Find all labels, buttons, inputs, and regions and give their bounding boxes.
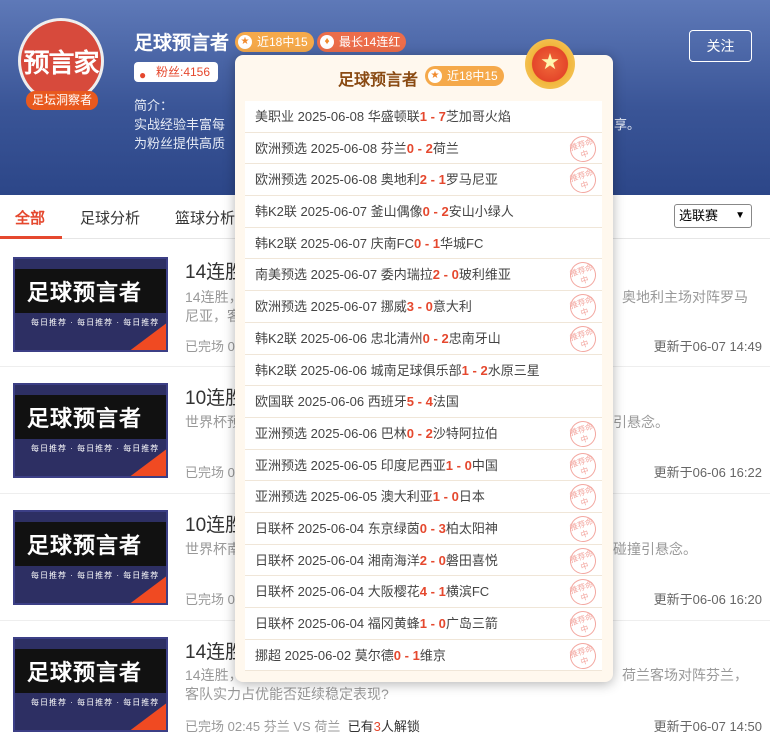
hit-stamp-icon: 推荐命中 bbox=[566, 259, 600, 292]
hit-stamp-icon: 推荐命中 bbox=[566, 639, 600, 673]
hit-stamp-icon: 推荐命中 bbox=[566, 544, 600, 578]
record-row: 亚洲预选 2025-06-05 澳大利亚1 - 0日本 推荐命中 bbox=[245, 480, 602, 514]
hit-stamp-icon: 推荐命中 bbox=[566, 132, 600, 166]
hit-stamp-icon: 推荐命中 bbox=[566, 607, 600, 641]
item-time: 更新于06-06 16:22 bbox=[653, 465, 762, 480]
hit-stamp-icon: 推荐命中 bbox=[566, 290, 600, 324]
streak-badge: ♦ 最长14连红 bbox=[317, 32, 407, 52]
record-row: 南美预选 2025-06-07 委内瑞拉2 - 0玻利维亚 推荐命中 bbox=[245, 259, 602, 292]
record-row: 亚洲预选 2025-06-05 印度尼西亚1 - 0中国 推荐命中 bbox=[245, 449, 602, 482]
item-time: 更新于06-07 14:49 bbox=[653, 339, 762, 354]
item-time: 更新于06-07 14:50 bbox=[653, 719, 762, 734]
medal-icon: ★ bbox=[525, 39, 575, 89]
fire-icon: ♦ bbox=[320, 35, 334, 49]
recent-record-badge: ★ 近18中15 bbox=[235, 32, 314, 52]
hit-stamp-icon: 推荐命中 bbox=[566, 163, 600, 197]
record-row: 日联杯 2025-06-04 大阪樱花4 - 1横滨FC 推荐命中 bbox=[245, 575, 602, 609]
record-popup: 足球预言者 ★ 近18中15 ★ 美职业 2025-06-08 华盛顿联1 - 7… bbox=[235, 39, 613, 682]
record-row: 韩K2联 2025-06-07 釜山偶像0 - 2安山小绿人 bbox=[245, 196, 602, 228]
thumbnail: 足球预言者 每日推荐 · 每日推荐 · 每日推荐 bbox=[13, 257, 168, 352]
record-row: 日联杯 2025-06-04 东京绿茵0 - 3柏太阳神 推荐命中 bbox=[245, 512, 602, 546]
thumbnail: 足球预言者 每日推荐 · 每日推荐 · 每日推荐 bbox=[13, 383, 168, 478]
record-list: 美职业 2025-06-08 华盛顿联1 - 7芝加哥火焰 欧洲预选 2025-0… bbox=[245, 101, 602, 673]
record-row: 韩K2联 2025-06-07 庆南FC0 - 1华城FC bbox=[245, 227, 602, 260]
record-row: 日联杯 2025-06-04 湘南海洋2 - 0磐田喜悦 推荐命中 bbox=[245, 544, 602, 578]
record-row: 日联杯 2025-06-04 福冈黄蜂1 - 0广岛三箭 推荐命中 bbox=[245, 607, 602, 641]
record-row: 欧洲预选 2025-06-08 奥地利2 - 1罗马尼亚 推荐命中 bbox=[245, 163, 602, 197]
record-row: 韩K2联 2025-06-06 忠北清州0 - 2忠南牙山 推荐命中 bbox=[245, 322, 602, 356]
active-tab-underline bbox=[0, 236, 62, 239]
record-row: 亚洲预选 2025-06-06 巴林0 - 2沙特阿拉伯 推荐命中 bbox=[245, 417, 602, 451]
avatar-tag: 足坛洞察者 bbox=[26, 91, 98, 110]
hit-stamp-icon: 推荐命中 bbox=[566, 417, 600, 451]
popup-title: 足球预言者 bbox=[338, 72, 419, 89]
item-time: 更新于06-06 16:20 bbox=[653, 592, 762, 607]
thumb-up-icon: ★ bbox=[428, 69, 442, 83]
record-row: 欧国联 2025-06-06 西班牙5 - 4法国 bbox=[245, 386, 602, 418]
fans-count: ● 粉丝:4156 bbox=[134, 62, 219, 82]
record-row: 美职业 2025-06-08 华盛顿联1 - 7芝加哥火焰 bbox=[245, 101, 602, 133]
hit-stamp-icon: 推荐命中 bbox=[566, 449, 600, 482]
hit-stamp-icon: 推荐命中 bbox=[566, 322, 600, 356]
user-icon: ● bbox=[139, 68, 147, 82]
hit-stamp-icon: 推荐命中 bbox=[566, 512, 600, 546]
thumbnail: 足球预言者 每日推荐 · 每日推荐 · 每日推荐 bbox=[13, 637, 168, 732]
record-row: 欧洲预选 2025-06-07 挪威3 - 0意大利 推荐命中 bbox=[245, 290, 602, 324]
chevron-down-icon: ▼ bbox=[735, 210, 745, 221]
follow-button[interactable]: 关注 bbox=[689, 30, 752, 62]
record-row: 欧洲预选 2025-06-08 芬兰0 - 2荷兰 推荐命中 bbox=[245, 132, 602, 166]
league-select[interactable]: 选联赛 ▼ bbox=[674, 204, 752, 228]
hit-stamp-icon: 推荐命中 bbox=[566, 480, 600, 514]
avatar-text: 预言家 bbox=[23, 47, 99, 78]
thumb-up-icon: ★ bbox=[238, 35, 252, 49]
hit-stamp-icon: 推荐命中 bbox=[566, 575, 600, 609]
thumbnail: 足球预言者 每日推荐 · 每日推荐 · 每日推荐 bbox=[13, 510, 168, 605]
popup-record-badge: ★ 近18中15 bbox=[425, 66, 504, 86]
record-row: 韩K2联 2025-06-06 城南足球俱乐部1 - 2水原三星 bbox=[245, 354, 602, 387]
record-row: 挪超 2025-06-02 莫尔德0 - 1维京 推荐命中 bbox=[245, 639, 602, 673]
item-meta: 已完场 0 bbox=[185, 592, 235, 607]
item-meta: 已完场 02:45 芬兰 VS 荷兰 已有3人解锁 bbox=[185, 719, 420, 734]
item-meta: 已完场 0 bbox=[185, 465, 235, 480]
tab-football[interactable]: 足球分析 bbox=[80, 207, 140, 228]
tab-all[interactable]: 全部 bbox=[15, 207, 45, 228]
item-meta: 已完场 0 bbox=[185, 339, 235, 354]
author-name: 足球预言者 bbox=[134, 33, 230, 54]
tab-basketball[interactable]: 篮球分析 bbox=[175, 207, 235, 228]
